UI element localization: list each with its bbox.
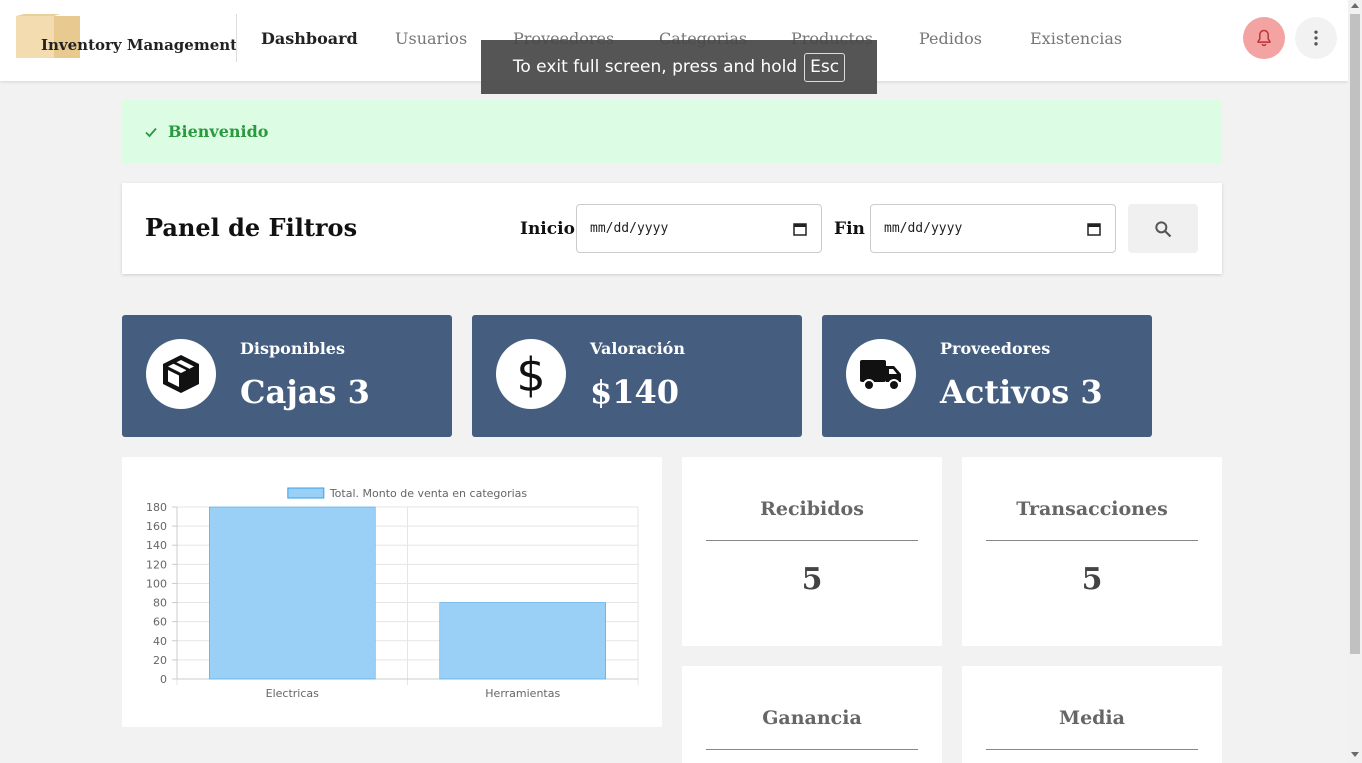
metric-divider [706,540,918,541]
nav-dashboard[interactable]: Dashboard [261,29,358,48]
scroll-down-arrow[interactable] [1351,752,1359,757]
stat-label: Proveedores [940,339,1051,358]
metric-divider [986,540,1198,541]
end-date-placeholder: mm/dd/yyyy [884,221,963,236]
metric-divider [986,749,1198,750]
stat-card-disponibles: Disponibles Cajas 3 [122,315,452,437]
tick-label-x: Herramientas [485,687,560,700]
metric-card-transacciones: Transacciones 5 [962,457,1222,646]
metric-title: Media [1059,707,1125,729]
bell-icon [1257,29,1271,47]
metric-divider [706,749,918,750]
metric-card-recibidos: Recibidos 5 [682,457,942,646]
legend-label: Total. Monto de venta en categorias [329,487,528,500]
start-date-label: Inicio [520,219,575,239]
bar-electricas [209,506,376,680]
stat-icon-circle: $ [496,339,566,409]
nav-existencias[interactable]: Existencias [1030,29,1122,48]
end-date-label: Fin [834,219,865,239]
bar-chart: 0 20 40 60 80 100 120 140 160 180 Electricas Herram… [146,487,639,700]
calendar-icon[interactable] [793,222,807,236]
fullscreen-exit-toast: To exit full screen, press and hold Esc [481,40,877,94]
metric-value: 5 [801,562,823,597]
legend-swatch [287,487,325,499]
notifications-button[interactable] [1243,17,1285,59]
stat-icon-circle [846,339,916,409]
tick-label-y: 40 [153,635,167,648]
start-date-input[interactable]: mm/dd/yyyy [576,204,822,253]
sales-by-category-chart: 0 20 40 60 80 100 120 140 160 180 Electricas Herram… [122,457,662,727]
end-date-input[interactable]: mm/dd/yyyy [870,204,1116,253]
metric-card-ganancia: Ganancia [682,666,942,763]
search-icon [1155,220,1172,237]
scrollbar-thumb[interactable] [1350,14,1360,654]
more-options-button[interactable] [1295,17,1337,59]
metric-title: Recibidos [760,498,864,520]
tick-label-x: Electricas [266,687,320,700]
welcome-alert: Bienvenido [122,100,1222,163]
brand[interactable]: Inventory Management [16,14,238,62]
metric-title: Ganancia [762,707,862,729]
more-vert-icon [1314,30,1318,46]
tick-label-y: 60 [153,616,167,629]
dollar-icon: $ [516,349,545,399]
alert-text: Bienvenido [168,122,269,141]
calendar-icon[interactable] [1087,222,1101,236]
fullscreen-toast-key: Esc [804,52,846,82]
tick-label-y: 100 [146,577,167,590]
metric-title: Transacciones [1016,498,1168,520]
stat-label: Valoración [590,339,685,358]
metric-value: 5 [1081,562,1103,597]
stat-card-valoracion: $ Valoración $140 [472,315,802,437]
stat-card-proveedores: Proveedores Activos 3 [822,315,1152,437]
scroll-up-arrow[interactable] [1351,3,1359,8]
svg-text:$: $ [516,349,545,399]
filter-panel-title: Panel de Filtros [145,213,358,242]
tick-label-y: 80 [153,597,167,610]
brand-name: Inventory Management [41,36,238,54]
start-date-placeholder: mm/dd/yyyy [590,221,669,236]
stat-label: Disponibles [240,339,345,358]
tick-label-y: 180 [146,501,167,514]
tick-label-y: 0 [160,673,167,686]
stat-value: $140 [590,373,680,411]
stat-value: Activos 3 [940,373,1103,411]
brand-divider [236,14,237,62]
bar-herramientas [439,602,606,680]
tick-label-y: 140 [146,539,167,552]
tick-label-y: 160 [146,520,167,533]
stat-value: Cajas 3 [240,373,370,411]
stat-icon-circle [146,339,216,409]
nav-pedidos[interactable]: Pedidos [919,29,982,48]
search-button[interactable] [1128,204,1198,253]
truck-icon [860,360,901,391]
fullscreen-toast-text: To exit full screen, press and hold [512,57,798,77]
box-icon [163,355,199,393]
nav-usuarios[interactable]: Usuarios [395,29,467,48]
check-icon [145,127,157,137]
tick-label-y: 120 [146,558,167,571]
tick-label-y: 20 [153,654,167,667]
metric-card-media: Media [962,666,1222,763]
filter-panel: Panel de Filtros Inicio mm/dd/yyyy Fin m… [122,183,1222,274]
